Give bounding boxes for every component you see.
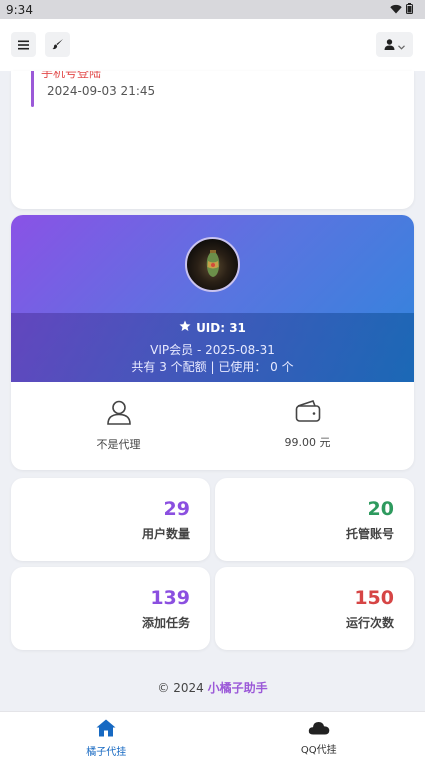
menu-button[interactable] [11,32,36,57]
vase-image [206,250,220,277]
brand-link[interactable]: 小橘子助手 [208,681,268,695]
uid-label: UID: 31 [196,320,246,335]
stat-card-users[interactable]: 29 用户数量 [11,478,210,561]
theme-button[interactable] [45,32,70,57]
balance[interactable]: 99.00 元 [207,399,408,450]
login-log-time: 2024-09-03 21:45 [47,84,156,98]
agent-status-label: 不是代理 [96,438,141,451]
timeline-bar [31,71,34,107]
user-icon [384,35,395,54]
balance-label: 99.00 元 [284,436,331,449]
menu-icon [18,35,29,54]
vip-status: VIP会员 - 2025-08-31 [150,343,275,357]
person-icon [106,399,132,429]
stat-label: 添加任务 [141,616,190,630]
stat-value: 20 [367,498,394,520]
stat-card-accounts[interactable]: 20 托管账号 [215,478,414,561]
uid-row: UID: 31 [11,320,414,335]
wallet-icon [295,399,321,427]
nav-item-home[interactable]: 橘子代挂 [0,712,213,757]
user-menu-button[interactable] [376,32,413,57]
stat-value: 29 [163,498,190,520]
cloud-icon [308,719,330,738]
quota-info: 共有 3 个配额 | 已使用： 0 个 [131,360,294,374]
top-bar [0,19,425,71]
nav-label: QQ代挂 [300,745,337,756]
agent-status[interactable]: 不是代理 [18,399,219,452]
brush-icon [52,35,64,54]
stat-label: 用户数量 [141,527,190,541]
star-icon [179,320,191,335]
home-icon [96,719,116,740]
avatar[interactable] [185,237,240,292]
nav-item-qq[interactable]: QQ代挂 [213,712,425,757]
profile-card: UID: 31 VIP会员 - 2025-08-31 共有 3 个配额 | 已使… [11,215,414,470]
wifi-icon [390,3,402,17]
stat-value: 139 [150,587,190,609]
stat-value: 150 [354,587,394,609]
status-time: 9:34 [6,2,33,17]
bottom-nav: 橘子代挂 QQ代挂 [0,711,425,757]
login-log-title: 手机号登陆 [41,71,102,80]
stat-card-tasks[interactable]: 139 添加任务 [11,567,210,650]
status-bar: 9:34 [0,0,425,19]
footer: © 2024 小橘子助手 [0,679,425,696]
stat-card-runs[interactable]: 150 运行次数 [215,567,414,650]
nav-label: 橘子代挂 [86,747,127,757]
stat-label: 托管账号 [345,527,394,541]
copyright: © 2024 [157,681,204,695]
login-log-card: 手机号登陆 2024-09-03 21:45 [11,71,414,209]
stat-label: 运行次数 [345,616,394,630]
chevron-down-icon [398,35,405,54]
battery-icon [406,2,413,17]
